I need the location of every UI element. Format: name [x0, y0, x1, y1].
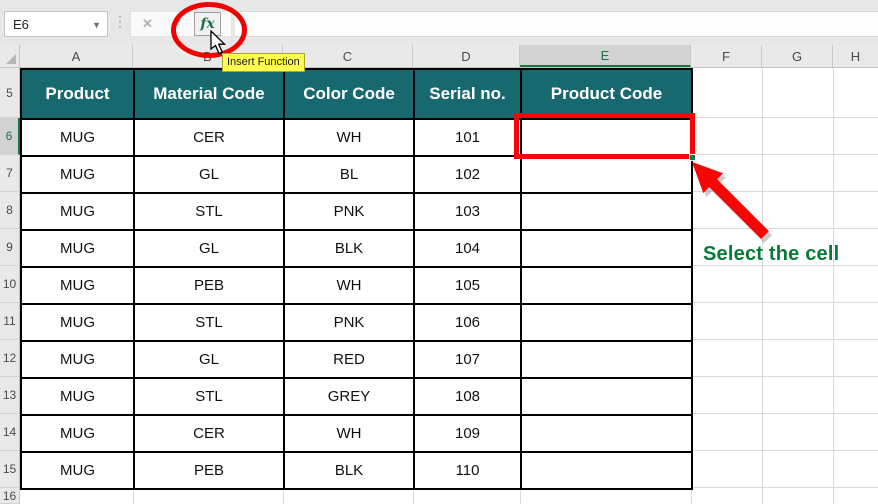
- cell-b8[interactable]: STL: [135, 194, 285, 231]
- cancel-icon[interactable]: ✕: [134, 14, 161, 34]
- cell-a7[interactable]: MUG: [22, 157, 135, 194]
- cell-c8[interactable]: PNK: [285, 194, 415, 231]
- cell-a8[interactable]: MUG: [22, 194, 135, 231]
- cell-e10[interactable]: [522, 268, 693, 305]
- row-header-6-selected[interactable]: 6: [0, 118, 20, 155]
- cell-d7[interactable]: 102: [415, 157, 522, 194]
- cell-e14[interactable]: [522, 416, 693, 453]
- cell-c9[interactable]: BLK: [285, 231, 415, 268]
- cell-e7[interactable]: [522, 157, 693, 194]
- cell-a11[interactable]: MUG: [22, 305, 135, 342]
- gridline-vertical-gh: [833, 68, 834, 504]
- cell-e13[interactable]: [522, 379, 693, 416]
- cell-e8[interactable]: [522, 194, 693, 231]
- cell-d11[interactable]: 106: [415, 305, 522, 342]
- row-header-9[interactable]: 9: [0, 229, 20, 266]
- select-all-triangle-icon: [6, 54, 16, 64]
- name-box[interactable]: E6 ▼: [4, 11, 108, 37]
- gridline-below-table-2: [283, 488, 284, 504]
- cell-c12[interactable]: RED: [285, 342, 415, 379]
- red-circle-annotation: [171, 2, 247, 58]
- table-header-color-code: Color Code: [285, 70, 415, 120]
- cell-a9[interactable]: MUG: [22, 231, 135, 268]
- cell-e11[interactable]: [522, 305, 693, 342]
- gridline-below-table-4: [520, 488, 521, 504]
- cell-c11[interactable]: PNK: [285, 305, 415, 342]
- mouse-cursor-icon: [210, 30, 227, 55]
- cell-e15[interactable]: [522, 453, 693, 490]
- gridline-below-table-3: [413, 488, 414, 504]
- gridline-below-table-5: [691, 488, 692, 504]
- cell-c13[interactable]: GREY: [285, 379, 415, 416]
- cell-d15[interactable]: 110: [415, 453, 522, 490]
- cell-c7[interactable]: BL: [285, 157, 415, 194]
- cell-b7[interactable]: GL: [135, 157, 285, 194]
- formula-bar-input[interactable]: [235, 11, 878, 37]
- column-header-a[interactable]: A: [20, 45, 133, 67]
- cell-a13[interactable]: MUG: [22, 379, 135, 416]
- row-header-10[interactable]: 10: [0, 266, 20, 303]
- row-header-12[interactable]: 12: [0, 340, 20, 377]
- cell-a12[interactable]: MUG: [22, 342, 135, 379]
- cell-b12[interactable]: GL: [135, 342, 285, 379]
- row-header-8[interactable]: 8: [0, 192, 20, 229]
- cell-b9[interactable]: GL: [135, 231, 285, 268]
- cell-a10[interactable]: MUG: [22, 268, 135, 305]
- row-header-13[interactable]: 13: [0, 377, 20, 414]
- gridline-below-table-1: [133, 488, 134, 504]
- column-header-f[interactable]: F: [691, 45, 762, 67]
- cell-a15[interactable]: MUG: [22, 453, 135, 490]
- select-all-button[interactable]: [0, 45, 20, 67]
- cell-e12[interactable]: [522, 342, 693, 379]
- cell-d12[interactable]: 107: [415, 342, 522, 379]
- insert-function-tooltip: Insert Function: [222, 53, 305, 72]
- selected-cell-red-highlight: [514, 113, 695, 159]
- cell-d9[interactable]: 104: [415, 231, 522, 268]
- excel-window: E6 ▼ ⋮ ✕ ✓ fx A B C D E F G H 5 6 7 8 9 …: [0, 0, 878, 504]
- cell-b10[interactable]: PEB: [135, 268, 285, 305]
- cell-a6[interactable]: MUG: [22, 120, 135, 157]
- name-box-value: E6: [13, 16, 29, 32]
- cell-b15[interactable]: PEB: [135, 453, 285, 490]
- row-header-14[interactable]: 14: [0, 414, 20, 451]
- cell-d6[interactable]: 101: [415, 120, 522, 157]
- row-header-16[interactable]: 16: [0, 488, 20, 504]
- name-box-dropdown-icon[interactable]: ▼: [92, 20, 101, 30]
- cell-a14[interactable]: MUG: [22, 416, 135, 453]
- gridline-vertical-fg: [762, 68, 763, 504]
- toolbar-grip-icon: ⋮: [113, 13, 127, 29]
- row-header-15[interactable]: 15: [0, 451, 20, 488]
- cell-c6[interactable]: WH: [285, 120, 415, 157]
- column-header-g[interactable]: G: [762, 45, 833, 67]
- table-header-serial-no: Serial no.: [415, 70, 522, 120]
- column-header-strip: A B C D E F G H: [0, 45, 878, 68]
- cell-b6[interactable]: CER: [135, 120, 285, 157]
- cell-d8[interactable]: 103: [415, 194, 522, 231]
- cell-d14[interactable]: 109: [415, 416, 522, 453]
- cell-e9[interactable]: [522, 231, 693, 268]
- column-header-h[interactable]: H: [833, 45, 878, 67]
- select-the-cell-label: Select the cell: [703, 243, 840, 265]
- cell-b14[interactable]: CER: [135, 416, 285, 453]
- cell-c10[interactable]: WH: [285, 268, 415, 305]
- row-header-5[interactable]: 5: [0, 68, 20, 118]
- row-header-11[interactable]: 11: [0, 303, 20, 340]
- formula-toolbar: E6 ▼ ⋮ ✕ ✓ fx: [0, 0, 878, 45]
- column-header-d[interactable]: D: [413, 45, 520, 67]
- column-header-e-selected[interactable]: E: [520, 45, 691, 67]
- table-header-product: Product: [22, 70, 135, 120]
- cell-b11[interactable]: STL: [135, 305, 285, 342]
- row-header-7[interactable]: 7: [0, 155, 20, 192]
- cell-b13[interactable]: STL: [135, 379, 285, 416]
- cell-d10[interactable]: 105: [415, 268, 522, 305]
- cell-c14[interactable]: WH: [285, 416, 415, 453]
- table-header-material-code: Material Code: [135, 70, 285, 120]
- selection-fill-handle[interactable]: [689, 154, 696, 161]
- cell-c15[interactable]: BLK: [285, 453, 415, 490]
- cell-d13[interactable]: 108: [415, 379, 522, 416]
